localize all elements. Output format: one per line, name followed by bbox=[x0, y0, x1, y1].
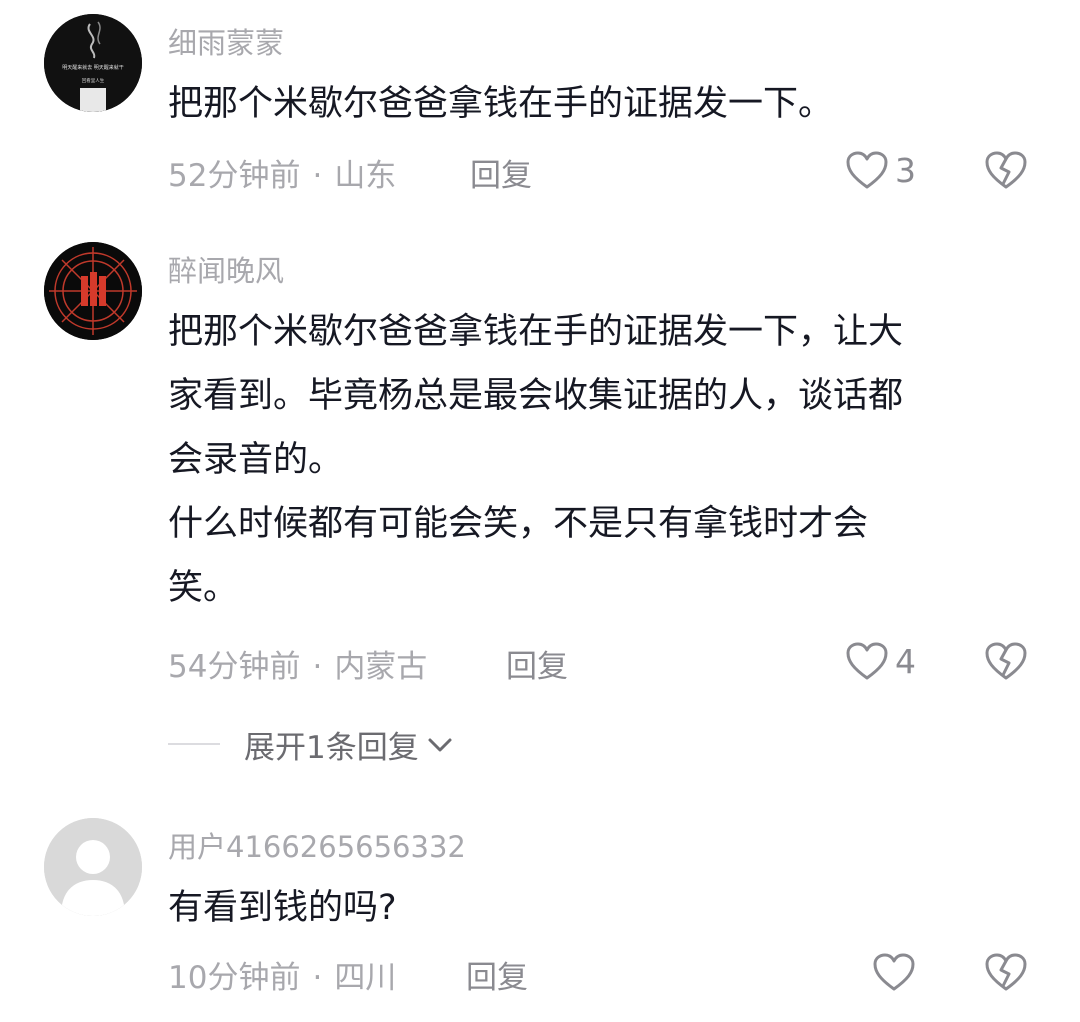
heart-outline-icon bbox=[846, 642, 888, 680]
reply-button[interactable]: 回复 bbox=[466, 952, 528, 997]
avatar-image: 明天醒来就去 明天醒来就干 回看里人生 bbox=[44, 14, 142, 112]
heart-outline-icon bbox=[873, 953, 915, 991]
comment-line: 家看到。毕竟杨总是最会收集证据的人，谈话都 bbox=[168, 376, 904, 416]
comment-username[interactable]: 细雨蒙蒙 bbox=[168, 20, 284, 62]
avatar[interactable] bbox=[44, 242, 142, 340]
broken-heart-icon bbox=[985, 953, 1027, 991]
comment-text: 有看到钱的吗? bbox=[168, 876, 1048, 940]
reply-button[interactable]: 回复 bbox=[470, 150, 532, 195]
comment-time: 10分钟前 bbox=[168, 960, 301, 996]
default-avatar-icon bbox=[44, 818, 142, 916]
broken-heart-icon bbox=[985, 642, 1027, 680]
comment-location: 山东 bbox=[334, 158, 397, 194]
dislike-button[interactable] bbox=[984, 641, 1028, 685]
comment-time: 52分钟前 bbox=[168, 158, 301, 194]
heart-outline-icon bbox=[846, 151, 888, 189]
like-count: 4 bbox=[895, 641, 916, 681]
comment-username[interactable]: 醉闻晚风 bbox=[168, 248, 284, 290]
comment-location: 内蒙古 bbox=[334, 649, 428, 685]
comment-text: 把那个米歇尔爸爸拿钱在手的证据发一下。 bbox=[168, 72, 1048, 136]
comment-line: 有看到钱的吗? bbox=[168, 888, 397, 928]
dislike-button[interactable] bbox=[984, 952, 1028, 996]
chevron-down-icon bbox=[428, 738, 452, 752]
comment-line: 会录音的。 bbox=[168, 440, 344, 480]
svg-text:明天醒来就去 明天醒来就干: 明天醒来就去 明天醒来就干 bbox=[62, 64, 124, 71]
like-count: 3 bbox=[895, 150, 916, 190]
broken-heart-icon bbox=[985, 151, 1027, 189]
comment-username[interactable]: 用户4166265656332 bbox=[168, 824, 466, 866]
avatar[interactable]: 明天醒来就去 明天醒来就干 回看里人生 bbox=[44, 14, 142, 112]
svg-text:回看里人生: 回看里人生 bbox=[82, 77, 105, 84]
meta-separator: · bbox=[312, 960, 323, 996]
meta-separator: · bbox=[312, 158, 323, 194]
comment-meta: 54分钟前 · 内蒙古 bbox=[168, 641, 427, 686]
comment-line: 什么时候都有可能会笑，不是只有拿钱时才会 bbox=[168, 504, 869, 544]
comment-meta: 10分钟前 · 四川 bbox=[168, 952, 396, 997]
comment-line: 把那个米歇尔爸爸拿钱在手的证据发一下。 bbox=[168, 84, 834, 124]
like-button[interactable]: 3 bbox=[845, 150, 916, 190]
avatar-image bbox=[44, 242, 142, 340]
expand-replies-label: 展开1条回复 bbox=[244, 729, 419, 766]
meta-separator: · bbox=[312, 649, 323, 685]
comment-time: 54分钟前 bbox=[168, 649, 301, 685]
expand-replies-button[interactable]: 展开1条回复 bbox=[168, 722, 455, 766]
like-button[interactable] bbox=[872, 952, 916, 992]
comment-text: 把那个米歇尔爸爸拿钱在手的证据发一下，让大 家看到。毕竟杨总是最会收集证据的人，… bbox=[168, 300, 1048, 620]
dislike-button[interactable] bbox=[984, 150, 1028, 194]
avatar[interactable] bbox=[44, 818, 142, 916]
comment-line: 笑。 bbox=[168, 568, 239, 608]
reply-button[interactable]: 回复 bbox=[506, 641, 568, 686]
comment-location: 四川 bbox=[334, 960, 397, 996]
expand-divider bbox=[168, 743, 220, 745]
comment-line: 把那个米歇尔爸爸拿钱在手的证据发一下，让大 bbox=[168, 312, 904, 352]
comment-meta: 52分钟前 · 山东 bbox=[168, 150, 396, 195]
like-button[interactable]: 4 bbox=[845, 641, 916, 681]
